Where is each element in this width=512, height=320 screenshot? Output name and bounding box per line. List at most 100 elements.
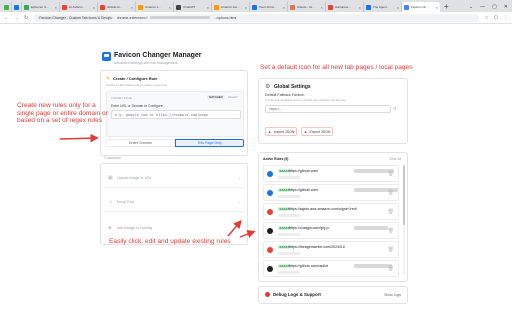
tab-favicon-icon bbox=[24, 4, 29, 10]
reset-icon[interactable]: ↺ bbox=[393, 106, 396, 111]
browser-tab[interactable]: GitHub-fo... × bbox=[98, 2, 136, 12]
tab-close-icon[interactable]: × bbox=[283, 5, 285, 10]
delete-rule-icon[interactable]: 🗑 bbox=[388, 209, 394, 215]
bookmark-star-icon[interactable]: ☆ bbox=[484, 15, 488, 21]
customize-row-emoji[interactable]: ☺ Emoji Grid ⌄ bbox=[105, 194, 245, 212]
export-json-button[interactable]: ▲ Export JSON bbox=[301, 127, 333, 136]
browser-tab[interactable]: Amazon.c... × bbox=[136, 2, 174, 12]
rule-favicon-icon bbox=[267, 247, 273, 253]
browser-tab[interactable]: Claude - Gi... × bbox=[288, 2, 326, 12]
new-tab-button[interactable]: + bbox=[440, 2, 453, 12]
default-favicon-subtext: If a site has no favicon and no specific… bbox=[265, 98, 346, 102]
tab-favicon-icon bbox=[252, 4, 257, 10]
tab-favicon-icon bbox=[4, 4, 9, 10]
entire-domain-button[interactable]: Entire Domain bbox=[106, 139, 175, 147]
tab-close-icon[interactable]: × bbox=[436, 5, 438, 10]
menu-icon[interactable]: ⋮ bbox=[503, 15, 508, 21]
active-rules-label: Active Rules (9) bbox=[263, 157, 289, 161]
tab-close-icon[interactable]: × bbox=[169, 5, 171, 10]
tab-close-icon[interactable]: × bbox=[131, 5, 133, 10]
delete-rule-icon[interactable]: 🗑 bbox=[388, 247, 394, 253]
page-subtitle: Advanced settings and rule management bbox=[114, 61, 178, 65]
browser-toolbar: ← → ↻ Favicon Changer - Custom Tab Icons… bbox=[0, 12, 512, 24]
forward-icon[interactable]: → bbox=[14, 15, 19, 21]
browser-tab[interactable]: Hi Ashkim... × bbox=[60, 2, 98, 12]
tab-title: Claude - Gi... bbox=[297, 5, 315, 9]
browser-tab[interactable]: × bbox=[12, 2, 22, 12]
browser-tab[interactable]: ChatGPT × bbox=[174, 2, 212, 12]
url-redacted bbox=[150, 16, 211, 19]
browser-tab[interactable]: startuptox... × bbox=[326, 2, 364, 12]
tab-close-icon[interactable]: × bbox=[397, 5, 399, 10]
site-chip[interactable]: Favicon Changer - Custom Tab Icons & Emo… bbox=[37, 15, 114, 20]
match-type-matched[interactable]: MATCHED bbox=[207, 95, 225, 99]
rule-row[interactable]: EXACT https://chatgpt.com/g/g-p- 🗑 bbox=[263, 222, 399, 239]
tab-close-icon[interactable]: × bbox=[245, 5, 247, 10]
create-rule-heading: Create / Configure Rule bbox=[113, 76, 158, 81]
url-input[interactable] bbox=[111, 110, 241, 119]
delete-rule-icon[interactable]: 🗑 bbox=[388, 171, 394, 177]
tab-favicon-icon bbox=[138, 4, 143, 10]
tab-close-icon[interactable]: × bbox=[55, 5, 57, 10]
rule-url-redacted bbox=[354, 264, 392, 268]
reload-icon[interactable]: ↻ bbox=[24, 15, 28, 21]
rule-row[interactable]: EXACT https://github.com/🗑 bbox=[263, 184, 399, 201]
rule-row[interactable]: EXACT https://signin.aws.amazon.com/signi… bbox=[263, 203, 399, 220]
browser-tab[interactable]: × bbox=[2, 2, 12, 12]
image-icon: ▣ bbox=[108, 175, 113, 181]
rule-row[interactable]: EXACT https://github.com/🗑 bbox=[263, 165, 399, 182]
rule-row[interactable]: EXACT https://theagentwriter.com/2024/01/… bbox=[263, 241, 399, 258]
rule-favicon-icon bbox=[267, 171, 273, 177]
tab-title: The Agent... bbox=[373, 5, 390, 9]
minimize-icon[interactable]: — bbox=[480, 2, 485, 12]
customize-row-badge[interactable]: ◈ Add Badge or Overlay ⌄ bbox=[105, 220, 245, 238]
extensions-icon[interactable]: ⬡ bbox=[494, 15, 498, 21]
tab-close-icon[interactable]: × bbox=[321, 5, 323, 10]
tab-close-icon[interactable]: × bbox=[93, 5, 95, 10]
tab-title: GitHub-fo... bbox=[107, 5, 123, 9]
rule-subtext-redacted bbox=[278, 233, 300, 236]
browser-tab[interactable]: Team Drive... × bbox=[250, 2, 288, 12]
clear-all-button[interactable]: Clear All bbox=[389, 157, 401, 161]
rule-url: https://theagentwriter.com/2024/01/ bbox=[289, 245, 346, 249]
tab-favicon-icon bbox=[366, 4, 371, 10]
chevron-down-icon: ⌄ bbox=[237, 199, 241, 204]
tab-close-icon[interactable]: × bbox=[359, 5, 361, 10]
rule-row[interactable]: EXACT https://github.com/rapilot 🗑 bbox=[263, 260, 399, 277]
gear-icon: ⚙ bbox=[265, 84, 271, 90]
close-window-icon[interactable]: ✕ bbox=[504, 2, 508, 12]
rule-url: https://github.com/ bbox=[289, 188, 319, 192]
rule-url: https://github.com/ bbox=[289, 169, 319, 173]
delete-rule-icon[interactable]: 🗑 bbox=[388, 228, 394, 234]
delete-rule-icon[interactable]: 🗑 bbox=[388, 266, 394, 272]
tab-close-icon[interactable]: × bbox=[207, 5, 209, 10]
customize-row-upload[interactable]: ▣ Upload Image or URL ⌄ bbox=[105, 170, 245, 188]
page-title: Favicon Changer Manager bbox=[114, 52, 202, 59]
rule-favicon-icon bbox=[267, 266, 273, 272]
tab-title: Hi Ashkim... bbox=[69, 5, 85, 9]
options-page: Favicon Changer Manager Advanced setting… bbox=[0, 24, 512, 320]
match-type-regex[interactable]: REGEX bbox=[228, 95, 238, 99]
address-bar[interactable]: Favicon Changer - Custom Tab Icons & Emo… bbox=[33, 13, 480, 22]
show-logs-button[interactable]: Show Logs bbox=[384, 293, 401, 297]
browser-tab[interactable]: The Agent... × bbox=[364, 2, 402, 12]
this-page-only-button[interactable]: This Page Only bbox=[175, 139, 244, 147]
import-json-button[interactable]: ▲ Import JSON bbox=[265, 127, 297, 136]
warning-icon: ▲ bbox=[267, 129, 272, 134]
debug-title: Debug Logs & Support bbox=[273, 292, 321, 297]
browser-tab[interactable]: Ephemer G... × bbox=[22, 2, 60, 12]
default-favicon-input[interactable] bbox=[265, 105, 391, 113]
pencil-icon: ✎ bbox=[106, 76, 111, 82]
tab-title: ChatGPT bbox=[183, 5, 196, 9]
maximize-icon[interactable]: ▢ bbox=[492, 2, 497, 12]
delete-rule-icon[interactable]: 🗑 bbox=[388, 190, 394, 196]
url-tail: .../options.html bbox=[213, 15, 237, 20]
create-rule-subtext: Create a URL-based rule to create a new … bbox=[106, 83, 168, 87]
browser-tab[interactable]: Favicon Ch... × bbox=[402, 2, 440, 12]
create-rule-card: ✎ Create / Configure Rule Create a URL-b… bbox=[100, 70, 248, 156]
rules-scrollbar[interactable] bbox=[403, 165, 405, 275]
browser-tab[interactable]: Amazon Ast... × bbox=[212, 2, 250, 12]
tab-search-icon[interactable]: ⌄ bbox=[469, 2, 473, 12]
back-icon[interactable]: ← bbox=[4, 15, 9, 21]
tab-favicon-icon bbox=[100, 4, 105, 10]
